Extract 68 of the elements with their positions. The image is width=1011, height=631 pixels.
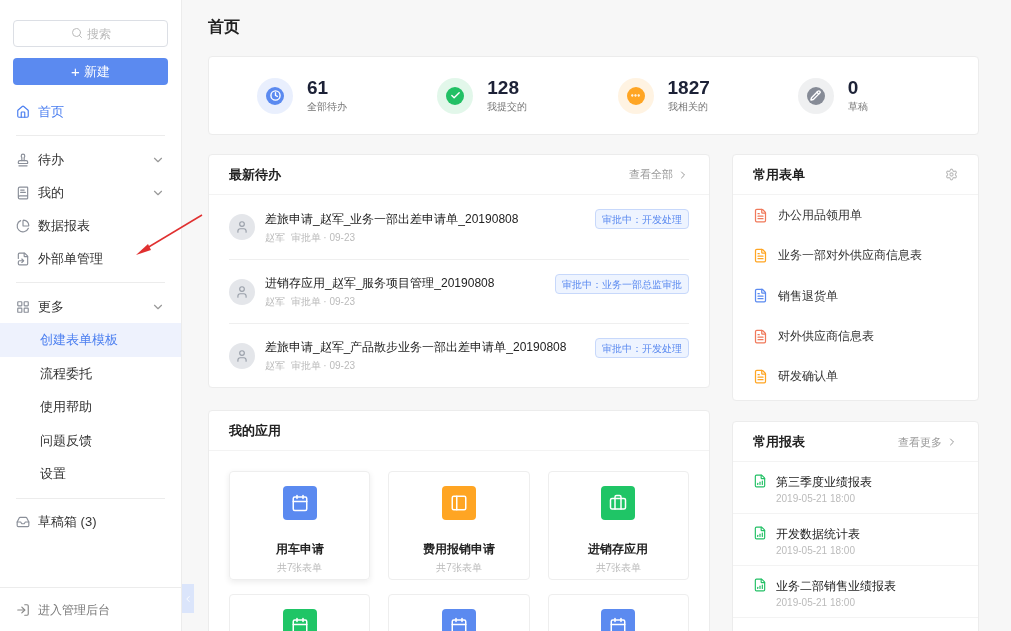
report-item[interactable]: 业务二部销售业绩报表 2019-05-21 18:00	[733, 566, 978, 619]
admin-link[interactable]: 进入管理后台	[38, 600, 110, 619]
avatar	[229, 342, 255, 369]
form-item[interactable]: 销售退货单	[753, 275, 958, 316]
nav-subitem[interactable]: 创建表单模板	[0, 323, 181, 357]
stat-label: 草稿	[847, 100, 868, 114]
form-item[interactable]: 研发确认单	[753, 356, 958, 397]
exit-icon	[16, 602, 30, 617]
nav-subitem[interactable]: 设置	[0, 457, 181, 491]
report-icon	[753, 526, 767, 541]
card-title: 常用表单	[753, 165, 805, 184]
report-time: 2019-05-21 18:00	[776, 544, 856, 559]
form-item[interactable]: 办公用品领用单	[753, 195, 958, 236]
nav-subitem[interactable]: 使用帮助	[0, 390, 181, 424]
nav-icon	[16, 515, 30, 529]
pointer-arrow	[134, 213, 204, 257]
stat-label: 我提交的	[487, 100, 528, 114]
todo-title: 差旅申请_赵军_业务一部出差申请单_20190808	[265, 210, 520, 228]
form-item[interactable]: 对外供应商信息表	[753, 315, 958, 357]
nav-icon	[16, 104, 30, 119]
stat-label: 全部待办	[307, 100, 347, 114]
report-icon	[753, 578, 767, 593]
nav-icon	[16, 218, 30, 233]
nav-icon	[16, 299, 30, 314]
nav-item[interactable]: 更多	[0, 290, 181, 323]
report-icon	[753, 474, 767, 489]
nav-item[interactable]: 我的	[0, 176, 181, 209]
nav-item[interactable]: 数据报表	[0, 209, 181, 242]
form-item[interactable]: 业务一部对外供应商信息表	[753, 235, 958, 276]
nav-icon	[16, 185, 30, 200]
app-name: 进销存应用	[588, 541, 649, 558]
report-title: 开发数据统计表	[776, 526, 860, 544]
stat-value: 1827	[667, 77, 710, 99]
todo-title: 进销存应用_赵军_服务项目管理_20190808	[265, 275, 496, 292]
search-field[interactable]: 搜索	[13, 20, 168, 47]
nav-icon	[16, 152, 30, 167]
report-time: 2019-05-21 18:00	[776, 492, 856, 507]
stat-value: 0	[847, 77, 860, 99]
avatar	[229, 214, 255, 240]
report-title: 业务二部销售业绩报表	[776, 578, 896, 596]
report-item[interactable]: 开发数据统计表 2019-05-21 18:00	[733, 514, 978, 567]
report-item[interactable]: 第三季度业绩报表 2019-05-21 18:00	[733, 462, 978, 515]
stat-value: 61	[307, 77, 330, 99]
settings-icon[interactable]	[945, 168, 958, 181]
card-title: 我的应用	[229, 421, 281, 440]
card-title: 最新待办	[229, 165, 281, 184]
report-title: 第三季度业绩报表	[776, 474, 872, 492]
status-tag: 审批中：开发处理	[595, 338, 689, 358]
status-tag: 审批中：开发处理	[595, 209, 689, 229]
stat-label: 我相关的	[667, 100, 709, 114]
nav-subitem[interactable]: 问题反馈	[0, 423, 181, 457]
card-title: 常用报表	[753, 433, 805, 452]
app-name: 用车申请	[275, 541, 324, 558]
nav-item[interactable]: 首页	[0, 95, 181, 128]
todo-title: 差旅申请_赵军_产品散步业务一部出差申请单_20190808	[265, 339, 568, 356]
nav-item[interactable]: 外部单管理	[0, 242, 181, 275]
avatar	[229, 278, 255, 305]
nav-subitem[interactable]: 流程委托	[0, 356, 181, 390]
chevron-left-icon	[183, 593, 193, 604]
status-tag: 审批中：业务一部总监审批	[555, 274, 689, 294]
nav-item[interactable]: 待办	[0, 143, 181, 176]
page-title: 首页	[208, 17, 241, 37]
stat-value: 128	[487, 77, 520, 99]
app-name: 费用报销申请	[423, 541, 495, 558]
nav-icon	[16, 251, 30, 266]
search-icon	[71, 27, 83, 39]
report-time: 2019-05-21 18:00	[776, 596, 856, 611]
nav-item[interactable]: 草稿箱 (3)	[0, 505, 181, 539]
